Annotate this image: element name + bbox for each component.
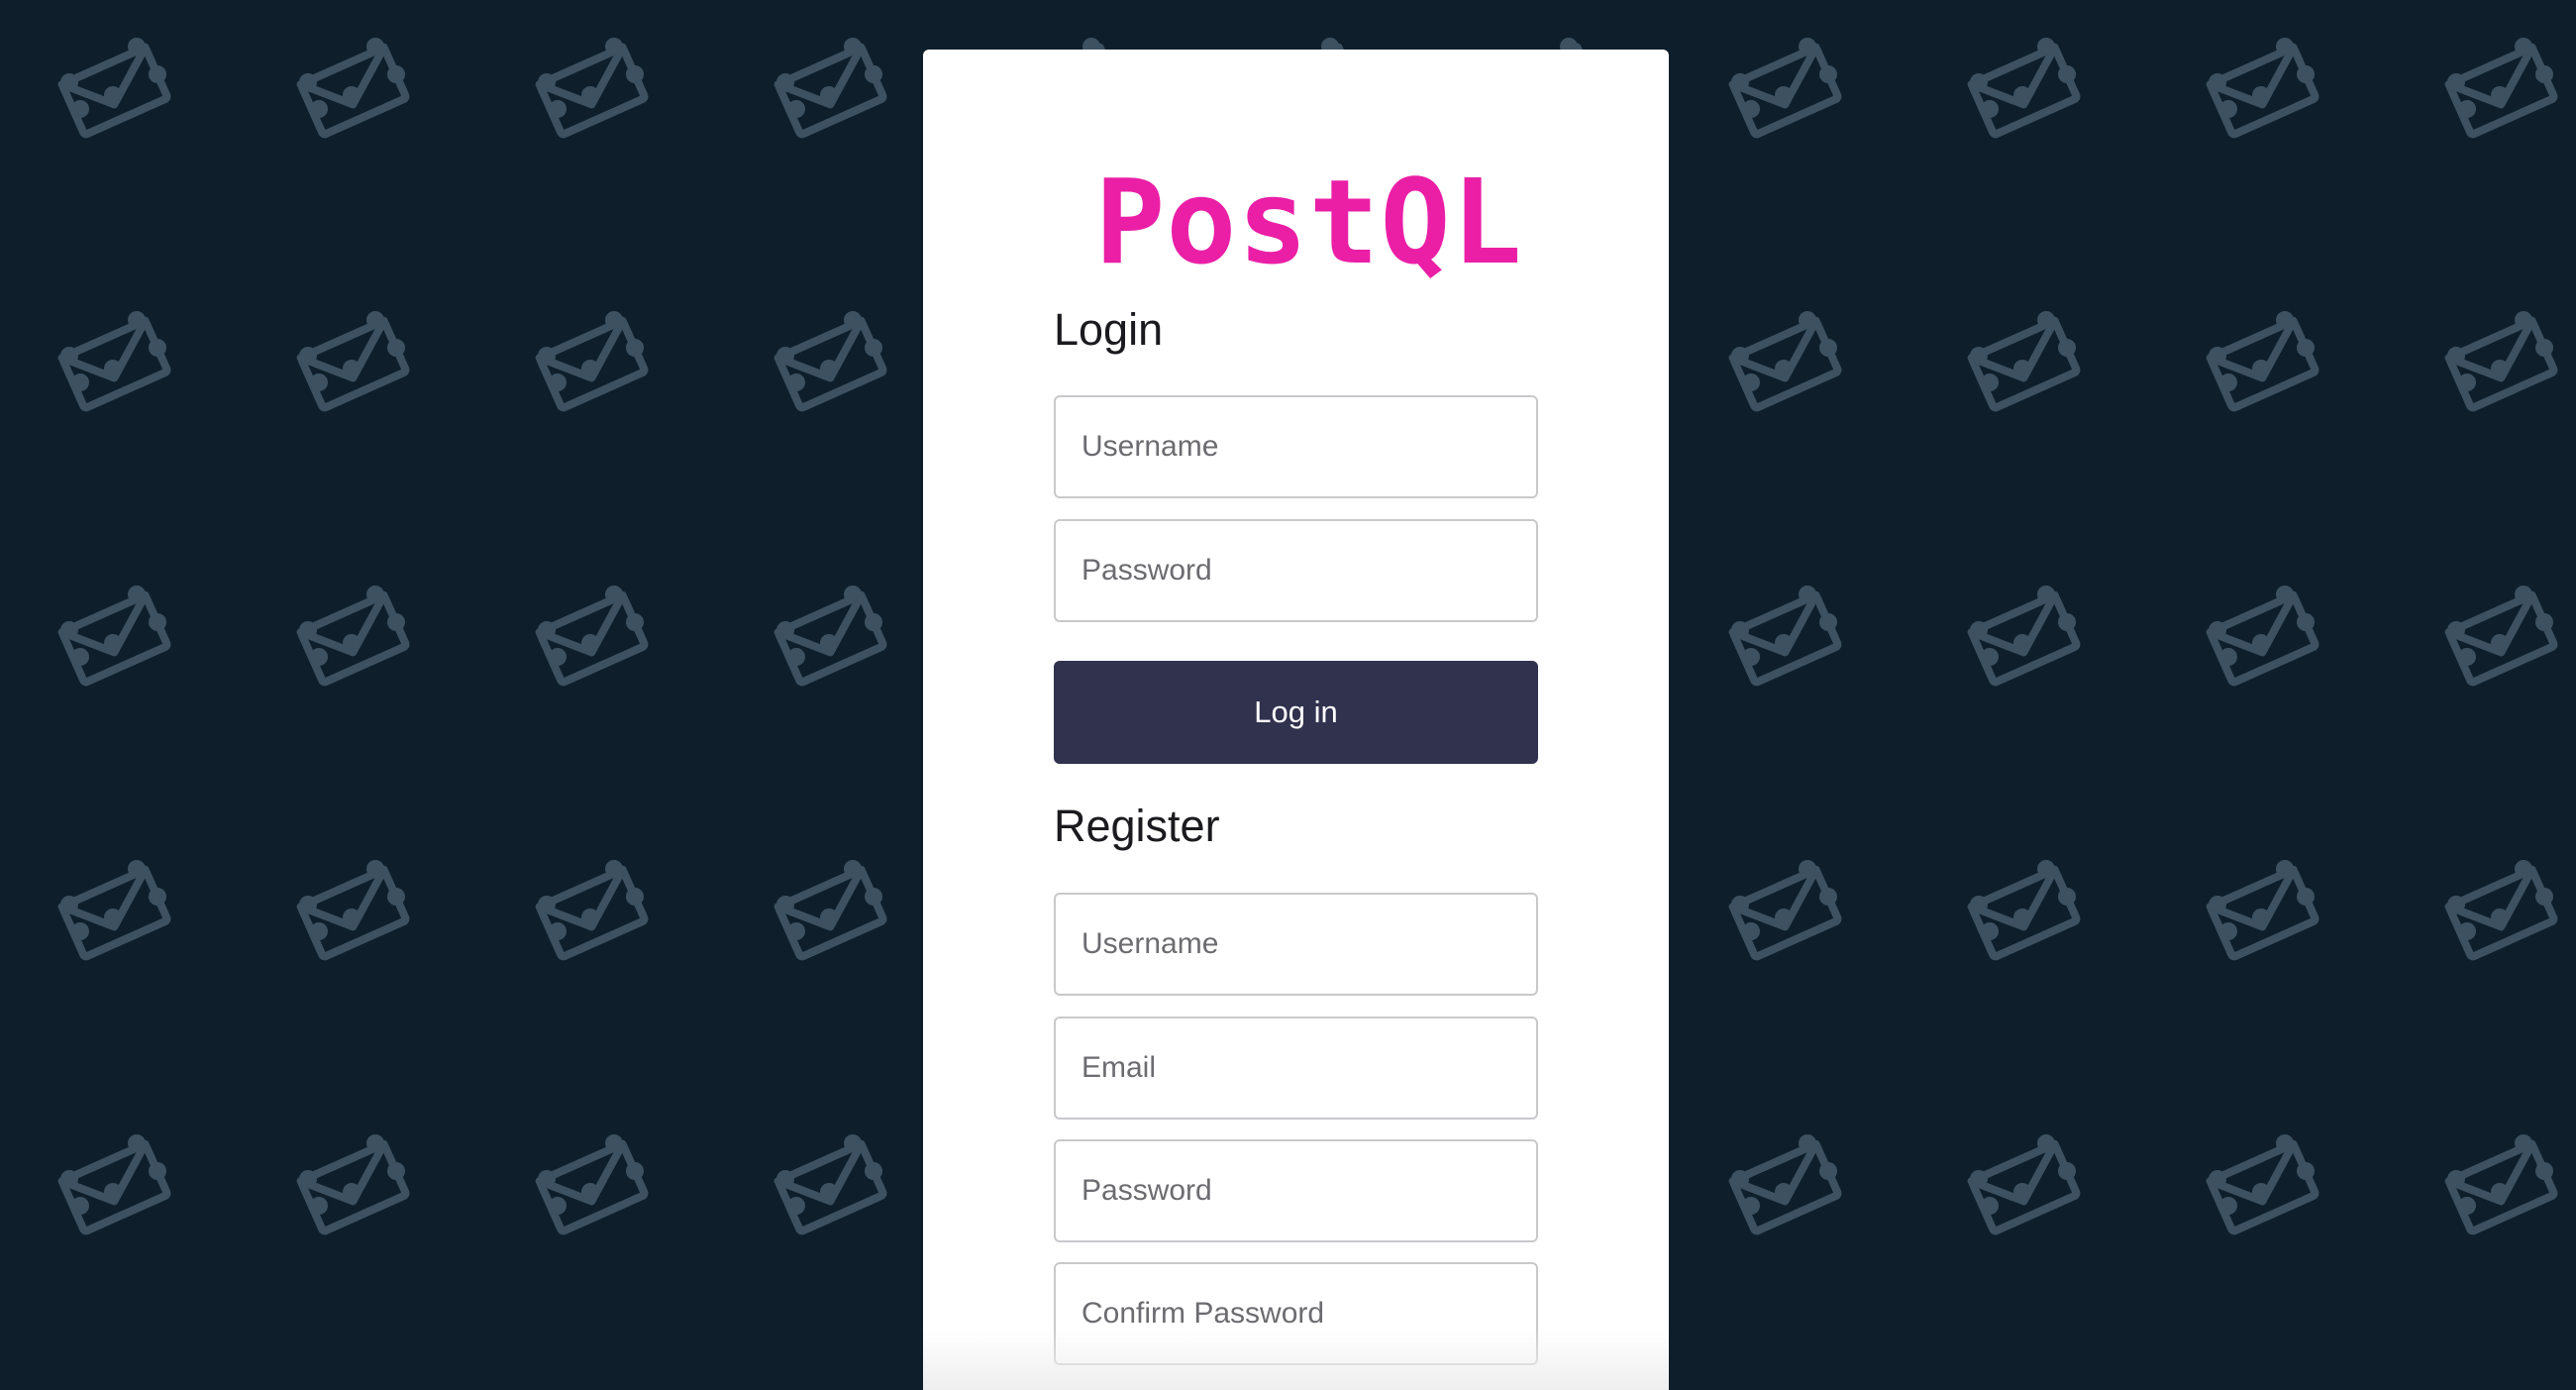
login-username-input[interactable] <box>1054 395 1538 498</box>
login-password-input[interactable] <box>1054 519 1538 622</box>
envelope-network-icon <box>776 860 883 957</box>
envelope-network-icon <box>60 311 167 408</box>
envelope-network-icon <box>299 586 406 683</box>
envelope-network-icon <box>2447 586 2554 683</box>
envelope-network-icon <box>776 1134 883 1231</box>
envelope-network-icon <box>1970 311 2077 408</box>
envelope-network-icon <box>1970 860 2077 957</box>
envelope-network-icon <box>538 860 645 957</box>
envelope-network-icon <box>2447 860 2554 957</box>
envelope-network-icon <box>538 311 645 408</box>
login-heading: Login <box>1054 304 1164 355</box>
login-button[interactable]: Log in <box>1054 661 1538 764</box>
envelope-network-icon <box>2447 1134 2554 1231</box>
envelope-network-icon <box>60 586 167 683</box>
register-email-input[interactable] <box>1054 1016 1538 1120</box>
envelope-network-icon <box>2447 311 2554 408</box>
envelope-network-icon <box>776 38 883 135</box>
envelope-network-icon <box>299 38 406 135</box>
envelope-network-icon <box>538 586 645 683</box>
envelope-network-icon <box>60 860 167 957</box>
envelope-network-icon <box>2209 311 2316 408</box>
envelope-network-icon <box>1970 586 2077 683</box>
envelope-network-icon <box>2447 38 2554 135</box>
register-confirm-password-input[interactable] <box>1054 1262 1538 1365</box>
logo-text: PostQL <box>1094 154 1523 290</box>
envelope-network-icon <box>1731 311 1838 408</box>
envelope-network-icon <box>60 1134 167 1231</box>
postql-logo: PostQL <box>923 107 1669 280</box>
envelope-network-icon <box>1731 38 1838 135</box>
envelope-network-icon <box>1970 1134 2077 1231</box>
envelope-network-icon <box>538 38 645 135</box>
auth-panel: PostQL Login Log in Register <box>923 50 1669 1390</box>
envelope-network-icon <box>299 1134 406 1231</box>
envelope-network-icon <box>2209 586 2316 683</box>
envelope-network-icon <box>1731 586 1838 683</box>
envelope-network-icon <box>299 311 406 408</box>
envelope-network-icon <box>299 860 406 957</box>
envelope-network-icon <box>60 38 167 135</box>
envelope-network-icon <box>1731 860 1838 957</box>
envelope-network-icon <box>1970 38 2077 135</box>
register-password-input[interactable] <box>1054 1139 1538 1242</box>
envelope-network-icon <box>1731 1134 1838 1231</box>
envelope-network-icon <box>2209 860 2316 957</box>
envelope-network-icon <box>538 1134 645 1231</box>
register-username-input[interactable] <box>1054 893 1538 996</box>
envelope-network-icon <box>776 586 883 683</box>
envelope-network-icon <box>2209 38 2316 135</box>
register-heading: Register <box>1054 801 1220 851</box>
envelope-network-icon <box>2209 1134 2316 1231</box>
envelope-network-icon <box>776 311 883 408</box>
